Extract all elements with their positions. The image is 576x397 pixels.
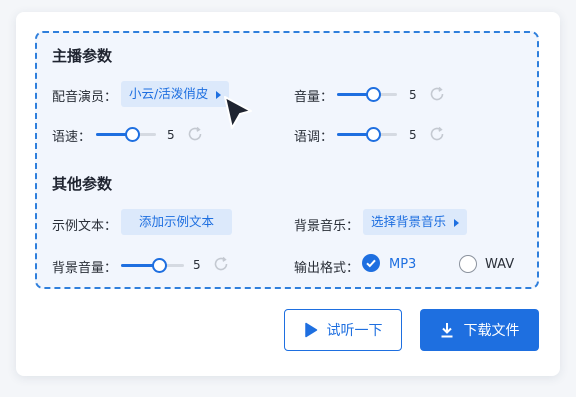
bgm-volume-label: 背景音量： — [52, 261, 118, 276]
speed-label: 语速： — [52, 130, 92, 145]
pitch-slider[interactable] — [337, 127, 397, 142]
bgm-volume-slider[interactable] — [121, 258, 184, 273]
speed-value: 5 — [167, 128, 175, 142]
slider-thumb[interactable] — [366, 127, 381, 142]
bgm-volume-reset-icon[interactable] — [212, 255, 230, 273]
format-mp3-radio[interactable] — [362, 254, 380, 272]
sample-text-label: 示例文本： — [52, 219, 118, 234]
params-panel — [35, 31, 539, 289]
add-sample-text-button[interactable]: 添加示例文本 — [121, 209, 232, 235]
download-icon — [441, 323, 452, 338]
volume-value: 5 — [409, 88, 417, 102]
speed-reset-icon[interactable] — [186, 125, 204, 143]
volume-reset-icon[interactable] — [428, 85, 446, 103]
select-bgm-button[interactable]: 选择背景音乐 — [363, 209, 468, 235]
slider-thumb[interactable] — [151, 258, 167, 273]
voice-actor-value: 小云/活泼俏皮 — [129, 86, 209, 101]
play-icon — [304, 322, 317, 338]
output-format-label: 输出格式： — [294, 261, 360, 276]
slider-thumb[interactable] — [366, 87, 381, 102]
main-params-title: 主播参数 — [52, 47, 113, 65]
select-bgm-label: 选择背景音乐 — [371, 214, 447, 229]
listen-button[interactable]: 试听一下 — [284, 309, 402, 351]
check-icon — [366, 259, 376, 268]
download-button-label: 下载文件 — [463, 323, 520, 339]
caret-right-icon — [454, 218, 460, 227]
speed-slider[interactable] — [96, 127, 156, 142]
pitch-value: 5 — [409, 128, 417, 142]
volume-slider[interactable] — [337, 87, 397, 102]
pitch-label: 语调： — [294, 130, 334, 145]
listen-button-label: 试听一下 — [326, 323, 383, 339]
pitch-reset-icon[interactable] — [428, 125, 446, 143]
bgm-label: 背景音乐： — [294, 219, 360, 234]
format-wav-label[interactable]: WAV — [485, 257, 514, 272]
format-mp3-label[interactable]: MP3 — [389, 257, 416, 272]
slider-thumb[interactable] — [125, 127, 140, 142]
voice-actor-label: 配音演员： — [52, 90, 118, 105]
mouse-cursor-icon — [224, 96, 252, 129]
other-params-title: 其他参数 — [52, 175, 113, 193]
download-button[interactable]: 下载文件 — [420, 309, 539, 351]
voice-actor-select[interactable]: 小云/活泼俏皮 — [121, 81, 230, 107]
bgm-volume-value: 5 — [193, 258, 201, 272]
volume-label: 音量： — [294, 90, 334, 105]
format-wav-radio[interactable] — [459, 255, 477, 273]
